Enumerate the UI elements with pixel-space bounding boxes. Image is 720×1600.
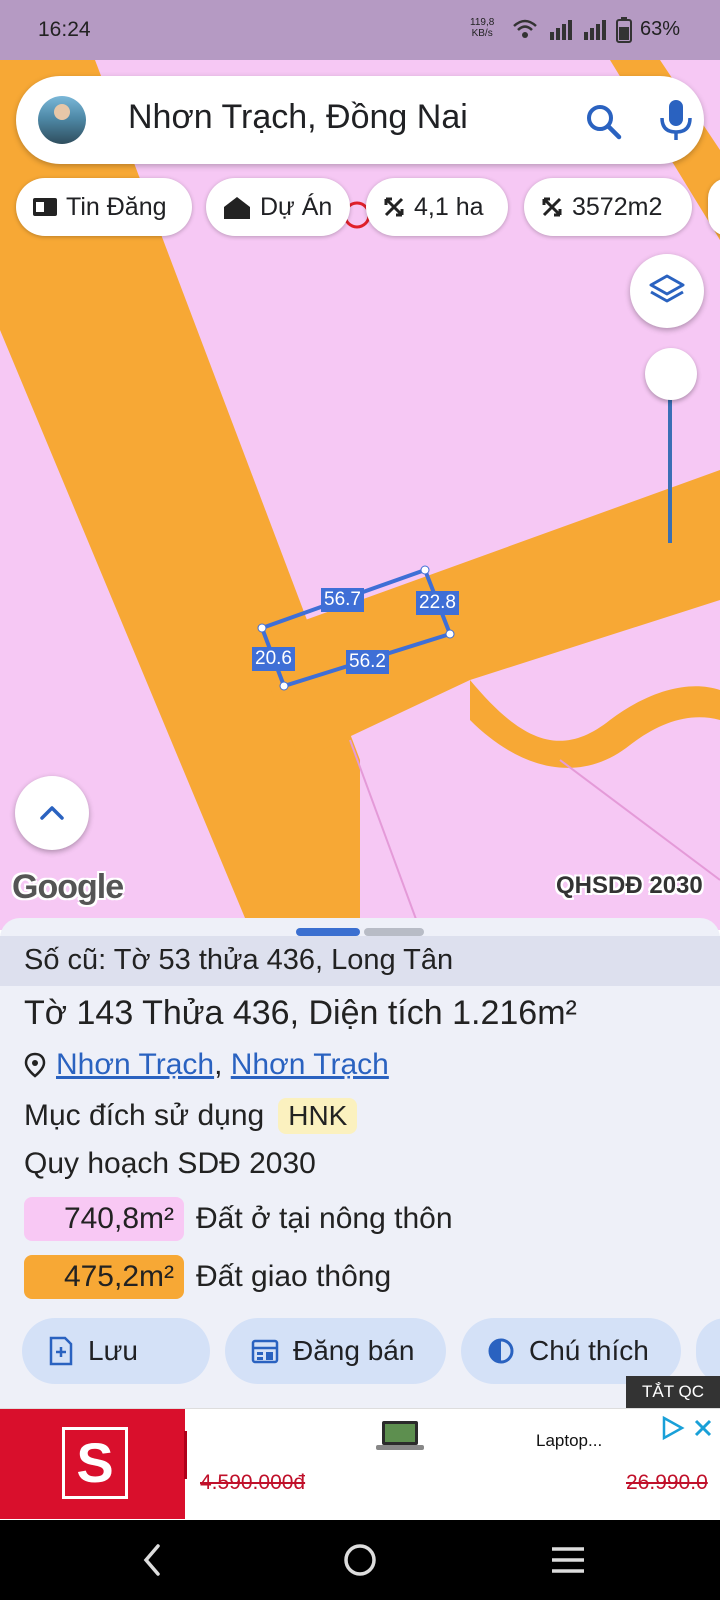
- old-parcel-text: Số cũ: Tờ 53 thửa 436, Long Tân: [24, 944, 454, 976]
- post-label: Đăng bán: [293, 1335, 415, 1366]
- chip-label: Tin Đăng: [66, 192, 167, 221]
- chip-label: 4,1 ha: [414, 192, 484, 221]
- home-icon[interactable]: [342, 1542, 378, 1578]
- network-speed: 119,8 KB/s: [470, 17, 495, 39]
- ad-banner[interactable]: Laptop... 4.590.000đ 26.990.0: [0, 1408, 720, 1519]
- area-icon: [542, 197, 562, 217]
- zone-row-transport: 475,2m² Đất giao thông: [24, 1255, 391, 1299]
- measure-left: 20.6: [252, 647, 295, 671]
- back-icon[interactable]: [140, 1542, 164, 1578]
- ad-brand-logo: [0, 1409, 185, 1519]
- ad-product-title: Laptop...: [536, 1431, 603, 1450]
- zone-area: 740,8m²: [24, 1197, 184, 1241]
- google-logo: Google: [12, 868, 124, 906]
- parcel-boundary-line: [349, 739, 421, 930]
- calendar-icon: [251, 1339, 279, 1364]
- adchoices-icon[interactable]: [660, 1415, 686, 1441]
- sheet-handle[interactable]: [364, 928, 424, 936]
- area-icon: [384, 197, 404, 217]
- address-link-ward[interactable]: Nhơn Trạch: [231, 1048, 389, 1081]
- battery-icon: [616, 17, 632, 43]
- location-pin-icon: [24, 1052, 46, 1078]
- laptop-image: [376, 1421, 424, 1450]
- address-link-district[interactable]: Nhơn Trạch: [56, 1048, 214, 1081]
- plan-label: Quy hoạch SDĐ 2030: [24, 1147, 316, 1180]
- status-time: 16:24: [38, 18, 91, 41]
- chip-listings[interactable]: Tin Đăng: [16, 178, 192, 236]
- close-ad-button[interactable]: TẮT QC: [626, 1376, 720, 1408]
- search-bar[interactable]: Nhơn Trạch, Đồng Nai: [16, 76, 704, 164]
- zone-name: Đất giao thông: [196, 1260, 392, 1293]
- map-layer-label: QHSDĐ 2030: [556, 872, 703, 899]
- expand-sheet-button[interactable]: [15, 776, 89, 850]
- search-icon[interactable]: [584, 102, 624, 142]
- sheet-handle-active[interactable]: [296, 928, 360, 936]
- chevron-up-icon: [40, 806, 64, 820]
- measure-top: 56.7: [321, 588, 364, 612]
- chip-area-ha[interactable]: 4,1 ha: [366, 178, 508, 236]
- layers-button[interactable]: [630, 254, 704, 328]
- battery-percent: 63%: [640, 18, 681, 40]
- parcel-title: Tờ 143 Thửa 436, Diện tích 1.216m²: [24, 994, 577, 1032]
- road-curve: [470, 680, 720, 768]
- legend-button[interactable]: Chú thích: [461, 1318, 681, 1384]
- chip-area-m2[interactable]: 3572m2: [524, 178, 692, 236]
- zoom-slider-handle[interactable]: [645, 348, 697, 400]
- chip-label: Dự Án: [260, 192, 333, 221]
- parcel-boundary-line: [559, 759, 720, 881]
- signal-icon: [584, 20, 606, 40]
- wifi-icon: [513, 19, 537, 38]
- listing-icon: [33, 198, 57, 216]
- parcel-address: Nhơn Trạch, Nhơn Trạch: [24, 1048, 389, 1082]
- microphone-icon[interactable]: [656, 98, 696, 142]
- measure-right: 22.8: [416, 591, 459, 615]
- search-input[interactable]: Nhơn Trạch, Đồng Nai: [128, 98, 468, 137]
- purpose-label: Mục đích sử dụng: [24, 1099, 265, 1132]
- zone-name: Đất ở tại nông thôn: [196, 1202, 453, 1235]
- save-label: Lưu: [88, 1335, 138, 1366]
- avatar[interactable]: [38, 96, 86, 144]
- status-bar: 16:24 119,8 KB/s 63%: [0, 0, 720, 60]
- legend-label: Chú thích: [529, 1335, 649, 1366]
- land-use-purpose: Mục đích sử dụng HNK: [24, 1098, 358, 1134]
- zone-area: 475,2m²: [24, 1255, 184, 1299]
- close-icon[interactable]: [692, 1417, 714, 1439]
- zone-row-residential: 740,8m² Đất ở tại nông thôn: [24, 1197, 453, 1241]
- contrast-icon: [488, 1338, 514, 1364]
- old-parcel-info: Số cũ: Tờ 53 thửa 436, Long Tân: [0, 936, 720, 986]
- add-file-icon: [49, 1336, 73, 1366]
- ad-price-right: 26.990.0: [626, 1471, 708, 1494]
- chip-projects[interactable]: Dự Án: [206, 178, 350, 236]
- post-for-sale-button[interactable]: Đăng bán: [225, 1318, 446, 1384]
- system-nav-bar: [0, 1520, 720, 1600]
- ad-price-left: 4.590.000đ: [200, 1471, 306, 1494]
- recent-apps-icon[interactable]: [550, 1546, 586, 1574]
- building-icon: [224, 197, 250, 219]
- measure-bottom: 56.2: [346, 650, 389, 674]
- layers-icon: [649, 274, 685, 303]
- purpose-code-badge: HNK: [278, 1098, 358, 1134]
- save-button[interactable]: Lưu: [22, 1318, 210, 1384]
- signal-icon: [550, 20, 572, 40]
- zoom-slider-track[interactable]: [668, 395, 672, 543]
- chip-label: 3572m2: [572, 192, 663, 221]
